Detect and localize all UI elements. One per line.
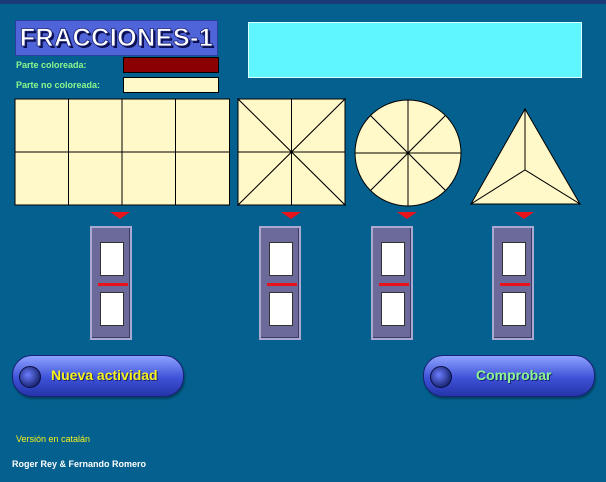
fraction-box-3 [371,226,413,340]
knob-icon [19,366,41,388]
message-panel [248,22,582,78]
numerator-input-2[interactable] [269,242,293,276]
denominator-input-1[interactable] [100,292,124,326]
uncolored-part-swatch [123,77,219,93]
fraction-bar [98,283,128,286]
check-button[interactable]: Comprobar [423,355,595,397]
fraction-bar [267,283,297,286]
fraction-box-4 [492,226,534,340]
numerator-input-1[interactable] [100,242,124,276]
fraction-bar [500,283,530,286]
arrow-down-icon [397,212,417,219]
arrow-down-icon [514,212,534,219]
rect-part-1 [14,98,69,153]
rect-part-2 [68,98,123,153]
denominator-input-4[interactable] [502,292,526,326]
rectangle-shape[interactable] [14,98,231,206]
denominator-input-2[interactable] [269,292,293,326]
authors-credit: Roger Rey & Fernando Romero [12,459,147,469]
circle-shape[interactable] [353,98,463,208]
new-activity-button[interactable]: Nueva actividad [12,355,184,397]
rect-part-3 [121,98,176,153]
top-bar [0,0,606,4]
fraction-bar [379,283,409,286]
square-shape[interactable] [237,98,346,206]
rect-part-8 [175,151,230,206]
arrow-down-icon [281,212,301,219]
fraction-box-1 [90,226,132,340]
triangle-shape[interactable] [470,108,582,206]
knob-icon [430,366,452,388]
catalan-version-link[interactable]: Versión en catalán [16,434,90,444]
check-label: Comprobar [476,367,552,383]
rect-part-7 [121,151,176,206]
denominator-input-3[interactable] [381,292,405,326]
rect-part-6 [68,151,123,206]
new-activity-label: Nueva actividad [51,367,158,383]
rect-part-4 [175,98,230,153]
page-title: FRACCIONES-1 [15,20,218,56]
numerator-input-3[interactable] [381,242,405,276]
colored-part-swatch [123,57,219,73]
uncolored-part-label: Parte no coloreada: [16,80,101,90]
colored-part-label: Parte coloreada: [16,60,87,70]
rect-part-5 [14,151,69,206]
numerator-input-4[interactable] [502,242,526,276]
fraction-box-2 [259,226,301,340]
arrow-down-icon [110,212,130,219]
